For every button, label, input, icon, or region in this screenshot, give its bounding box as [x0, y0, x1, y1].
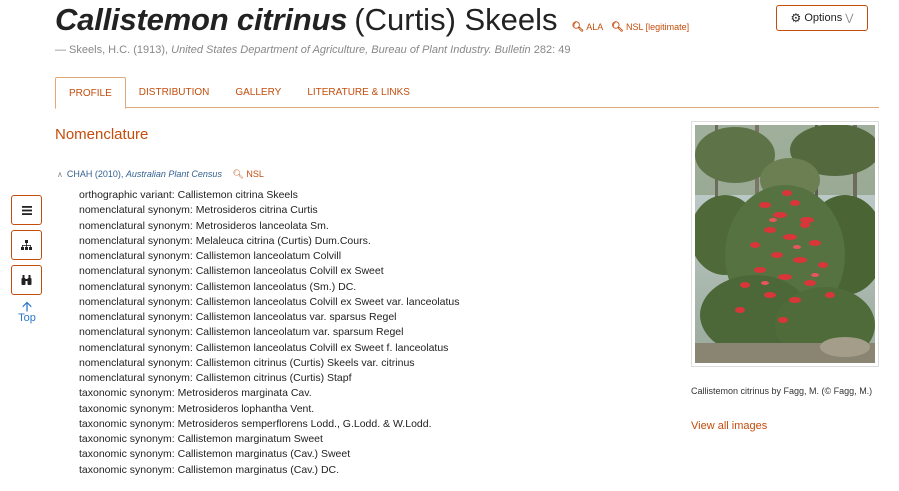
synonym-item: nomenclatural synonym: Metrosideros lanc… [79, 219, 329, 232]
search-icon: 🔍︎ [232, 169, 244, 179]
source-prefix: CHAH (2010), [66, 169, 126, 179]
species-author: (Curtis) Skeels [354, 2, 558, 37]
citation-prefix: — Skeels, H.C. (1913), [55, 44, 172, 56]
synonym-item: nomenclatural synonym: Callistemon lance… [79, 341, 449, 354]
gear-icon: ⚙ [790, 11, 802, 25]
tab-profile[interactable]: PROFILE [55, 77, 126, 109]
synonym-list: orthographic variant: Callistemon citrin… [79, 188, 460, 478]
title-row: Callistemon citrinus (Curtis) Skeels 🔍︎ A… [55, 2, 875, 38]
tab-literature-links[interactable]: LITERATURE & LINKS [294, 77, 423, 108]
source-nsl-link[interactable]: 🔍︎ NSL [232, 169, 263, 179]
synonym-item: taxonomic synonym: Callistemon marginatu… [79, 463, 340, 476]
menu-icon [21, 205, 32, 215]
tab-distribution[interactable]: DISTRIBUTION [126, 77, 223, 108]
synonym-item: taxonomic synonym: Metrosideros lophanth… [79, 402, 315, 415]
synonym-item: nomenclatural synonym: Callistemon lance… [79, 295, 460, 308]
binoculars-button[interactable] [11, 265, 42, 295]
synonym-item: nomenclatural synonym: Callistemon lance… [79, 250, 342, 262]
synonym-item: taxonomic synonym: Callistemon marginatu… [79, 448, 351, 461]
ala-link[interactable]: 🔍︎ ALA [572, 22, 604, 33]
synonym-item: taxonomic synonym: Metrosideros marginat… [79, 387, 312, 400]
synonym-item: nomenclatural synonym: Callistemon lance… [79, 265, 384, 278]
ala-link-label: ALA [586, 22, 604, 32]
sitemap-icon [21, 240, 32, 250]
synonym-item: nomenclatural synonym: Callistemon citri… [79, 356, 415, 369]
nsl-link-label: NSL [legitimate] [625, 22, 690, 32]
photo-frame[interactable] [691, 121, 879, 367]
synonym-item: orthographic variant: Callistemon citrin… [79, 189, 298, 201]
options-button[interactable]: ⚙ Options ⋁ [776, 5, 868, 31]
source-nsl-label: NSL [246, 169, 264, 179]
citation: — Skeels, H.C. (1913), United States Dep… [55, 44, 875, 56]
view-all-images-link[interactable]: View all images [691, 420, 767, 432]
menu-button[interactable] [11, 195, 42, 225]
nsl-link[interactable]: 🔍︎ NSL [legitimate] [611, 22, 689, 33]
binoculars-icon [21, 275, 32, 285]
plant-photo[interactable] [695, 125, 875, 363]
side-toolbar: 🡩 Top [11, 195, 43, 324]
synonym-item: taxonomic synonym: Metrosideros semperfl… [79, 417, 432, 430]
collapse-caret-icon[interactable]: ∧ [57, 170, 63, 179]
search-icon: 🔍︎ [611, 22, 624, 33]
sitemap-button[interactable] [11, 230, 42, 260]
top-label: Top [18, 312, 36, 324]
arrow-up-icon: 🡩 [21, 298, 33, 314]
citation-suffix: 282: 49 [530, 44, 571, 56]
citation-source: United States Department of Agriculture,… [171, 44, 531, 56]
search-icon: 🔍︎ [571, 22, 585, 33]
synonym-item: taxonomic synonym: Callistemon marginatu… [79, 433, 323, 445]
double-chevron-down-icon: ⋁ [845, 12, 854, 24]
species-name: Callistemon citrinus [55, 2, 348, 37]
section-title: Nomenclature [55, 126, 149, 143]
options-label: Options [804, 12, 843, 24]
page-header: Callistemon citrinus (Curtis) Skeels 🔍︎ A… [55, 2, 875, 56]
synonym-item: nomenclatural synonym: Metrosideros citr… [79, 204, 318, 217]
synonym-item: nomenclatural synonym: Callistemon lance… [79, 326, 404, 339]
tab-bar: PROFILE DISTRIBUTION GALLERY LITERATURE … [55, 77, 879, 109]
synonym-item: nomenclatural synonym: Callistemon lance… [79, 311, 397, 323]
back-to-top-link[interactable]: 🡩 Top [11, 298, 43, 324]
synonym-item: nomenclatural synonym: Melaleuca citrina… [79, 234, 371, 247]
tab-gallery[interactable]: GALLERY [222, 77, 294, 108]
synonym-item: nomenclatural synonym: Callistemon citri… [79, 372, 352, 384]
photo-caption: Callistemon citrinus by Fagg, M. (© Fagg… [691, 386, 873, 396]
source-line[interactable]: ∧ CHAH (2010), Australian Plant Census 🔍︎… [57, 169, 264, 180]
source-name[interactable]: Australian Plant Census [126, 169, 222, 179]
synonym-item: nomenclatural synonym: Callistemon lance… [79, 280, 357, 293]
